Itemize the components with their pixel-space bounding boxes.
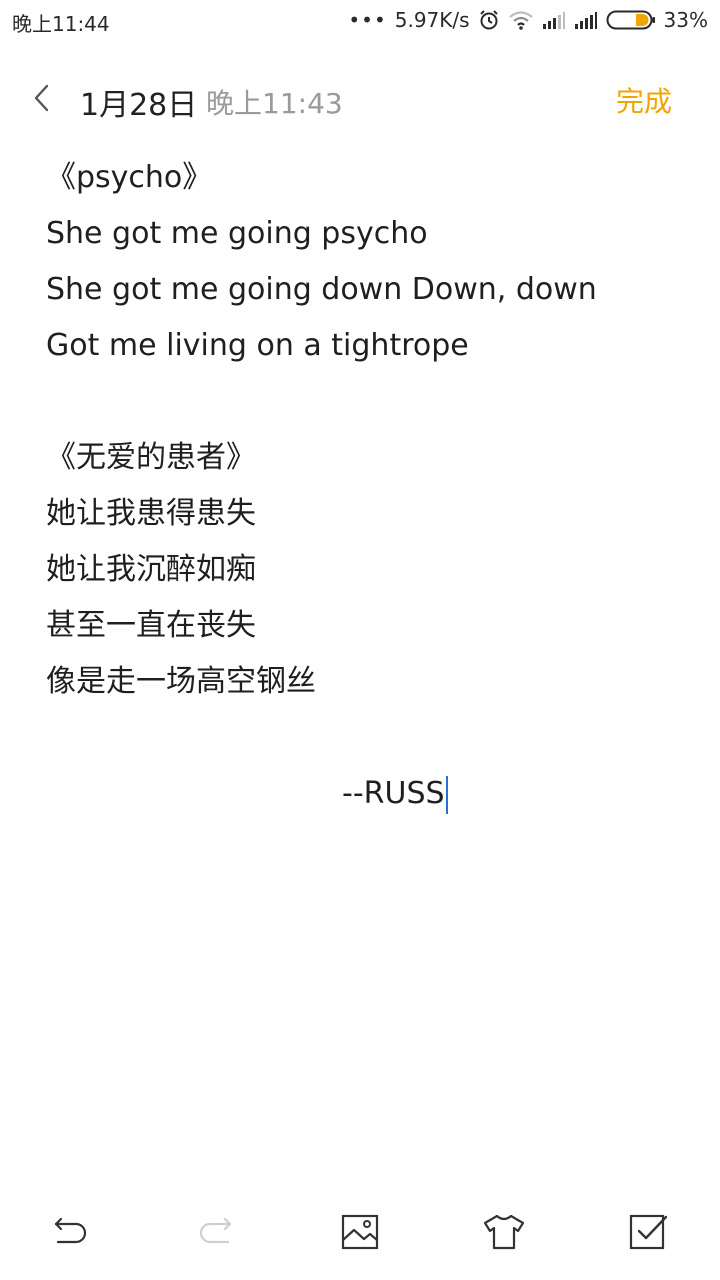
note-line[interactable]: She got me going down Down, down bbox=[46, 262, 686, 318]
note-line[interactable]: She got me going psycho bbox=[46, 206, 686, 262]
theme-shirt-icon bbox=[483, 1214, 525, 1250]
network-speed: 5.97K/s bbox=[394, 8, 470, 32]
note-blank-line[interactable] bbox=[46, 710, 686, 766]
redo-button[interactable] bbox=[194, 1210, 238, 1254]
note-line[interactable]: 甚至一直在丧失 bbox=[46, 598, 686, 654]
done-button[interactable]: 完成 bbox=[616, 80, 672, 120]
note-line[interactable]: 《psycho》 bbox=[46, 150, 686, 206]
status-right-group: ••• 5.97K/s 33% bbox=[348, 6, 708, 34]
undo-icon bbox=[54, 1217, 87, 1244]
alarm-icon bbox=[478, 9, 500, 31]
wifi-icon bbox=[508, 9, 534, 31]
note-line[interactable]: 她让我患得患失 bbox=[46, 486, 686, 542]
insert-image-button[interactable] bbox=[338, 1210, 382, 1254]
redo-icon bbox=[199, 1217, 232, 1244]
battery-percent: 33% bbox=[663, 8, 708, 32]
note-line[interactable]: 《无爱的患者》 bbox=[46, 430, 686, 486]
note-line[interactable]: Got me living on a tightrope bbox=[46, 318, 686, 374]
note-body[interactable]: 《psycho》 She got me going psycho She got… bbox=[46, 150, 686, 822]
checklist-icon bbox=[629, 1214, 668, 1250]
checklist-button[interactable] bbox=[626, 1210, 670, 1254]
chevron-left-icon bbox=[34, 84, 49, 112]
bottom-toolbar bbox=[0, 1200, 720, 1264]
status-time: 晚上11:44 bbox=[12, 12, 110, 36]
note-line[interactable]: 她让我沉醉如痴 bbox=[46, 542, 686, 598]
battery-icon bbox=[606, 9, 656, 31]
note-blank-line[interactable] bbox=[46, 374, 686, 430]
note-signature[interactable]: --RUSS bbox=[342, 776, 445, 811]
back-button[interactable] bbox=[26, 80, 58, 116]
signal-icon bbox=[542, 10, 566, 30]
note-signature-line[interactable]: --RUSS bbox=[46, 766, 686, 822]
status-dots: ••• bbox=[348, 8, 387, 32]
status-bar: 晚上11:44 ••• 5.97K/s 33% bbox=[0, 0, 720, 40]
image-icon bbox=[341, 1214, 379, 1250]
note-header: 1月28日 晚上11:43 完成 bbox=[0, 60, 720, 140]
note-time: 晚上11:43 bbox=[206, 87, 343, 120]
theme-button[interactable] bbox=[482, 1210, 526, 1254]
note-line[interactable]: 像是走一场高空钢丝 bbox=[46, 654, 686, 710]
note-date: 1月28日 bbox=[80, 88, 198, 123]
note-editor-screen: 晚上11:44 ••• 5.97K/s 33% 1月28日 晚上11:43 完成… bbox=[0, 0, 720, 1280]
signal-icon bbox=[574, 10, 598, 30]
text-cursor bbox=[445, 775, 448, 814]
undo-button[interactable] bbox=[48, 1210, 92, 1254]
